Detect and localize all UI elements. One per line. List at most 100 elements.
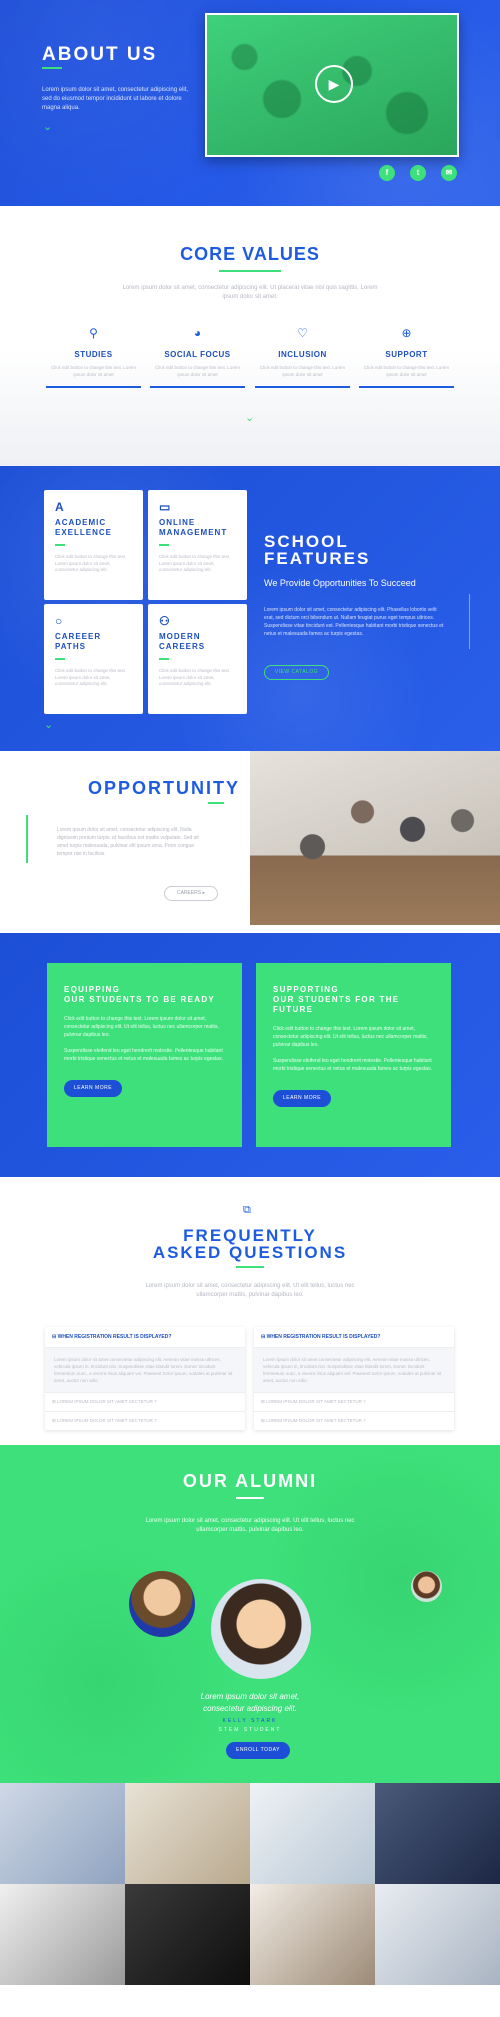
faq-question[interactable]: ⊟ WHEN REGISTRATION RESULT IS DISPLAYED? [254, 1327, 454, 1348]
equipping-card-text-2: Suspendisse eleifend leo eget hendrerit … [64, 1048, 223, 1062]
about-us-text: Lorem ipsum dolor sit amet, consectetur … [42, 87, 189, 111]
school-features-text: Lorem ipsum dolor sit amet, consectetur … [264, 607, 444, 637]
core-value-desc: Click edit button to change this text. L… [154, 365, 241, 377]
alumni-name: KELLY STARK [222, 1718, 278, 1724]
feature-card-desc: Click edit button to change this text. L… [55, 668, 127, 686]
facebook-icon[interactable]: f [379, 165, 395, 181]
feature-card-title: ONLINE MANAGEMENT [159, 518, 228, 537]
core-value-name: SOCIAL FOCUS [164, 350, 231, 359]
faq-question[interactable]: ⊟ WHEN REGISTRATION RESULT IS DISPLAYED? [45, 1327, 245, 1348]
core-value-name: SUPPORT [385, 350, 428, 359]
faq-accordion-right: ⊟ WHEN REGISTRATION RESULT IS DISPLAYED?… [254, 1327, 454, 1430]
core-value-underline [359, 386, 454, 388]
school-features-section: A ACADEMIC EXELLENCE Click edit button to… [0, 466, 500, 751]
core-value-name: STUDIES [74, 350, 113, 359]
accent-line [26, 815, 28, 863]
feature-card-online: ▭ ONLINE MANAGEMENT Click edit button to … [148, 490, 247, 600]
core-value-underline [255, 386, 350, 388]
core-value-underline [46, 386, 141, 388]
careers-button[interactable]: CAREERS ▸ [164, 886, 218, 901]
alumni-avatar-small-left[interactable] [129, 1571, 195, 1637]
feature-card-academic: A ACADEMIC EXELLENCE Click edit button to… [44, 490, 143, 600]
core-value-underline [150, 386, 245, 388]
faq-accordion-left: ⊟ WHEN REGISTRATION RESULT IS DISPLAYED?… [45, 1327, 245, 1430]
academic-icon: A [55, 500, 64, 514]
supporting-card-text-2: Suspendisse eleifend leo eget hendrerit … [273, 1058, 432, 1072]
support-icon: ⊕ [401, 326, 412, 340]
feature-card-underline [159, 544, 169, 546]
learn-more-button[interactable]: LEARN MORE [64, 1080, 122, 1097]
twitter-icon[interactable]: t [410, 165, 426, 181]
gallery-photo-laptop-code[interactable] [375, 1783, 500, 1884]
alumni-section: OUR ALUMNI Lorem ipsum dolor sit amet, c… [0, 1445, 500, 1783]
faq-title: FREQUENTLY ASKED QUESTIONS [152, 1226, 348, 1262]
faq-answer: Lorem ipsum dolor sit amet consectetur a… [45, 1348, 245, 1392]
faq-collapsed-item[interactable]: ⊞ LOREM IPSUM DOLOR SIT AMET SECTETUR ? [45, 1392, 245, 1411]
mail-icon[interactable]: ✉ [441, 165, 457, 181]
alumni-avatar-featured[interactable] [211, 1579, 311, 1679]
faq-icon: ⧉ [243, 1204, 251, 1216]
equipping-card-text-1: Click edit button to change this text. L… [64, 1016, 219, 1038]
alumni-avatar-small-right[interactable] [411, 1571, 442, 1602]
alumni-quote: Lorem ipsum dolor sit amet, consectetur a… [200, 1692, 300, 1713]
opportunity-title: OPPORTUNITY [87, 778, 240, 798]
core-value-desc: Click edit button to change this text. L… [363, 365, 450, 377]
core-value-studies: ⚲ STUDIES Click edit button to change th… [46, 326, 141, 388]
core-value-desc: Click edit button to change this text. L… [259, 365, 346, 377]
faq-collapsed-item[interactable]: ⊞ LOREM IPSUM DOLOR SIT AMET SECTETUR ? [45, 1411, 245, 1430]
view-catalog-button[interactable]: VIEW CATALOG [264, 665, 329, 680]
faq-collapsed-item[interactable]: ⊞ LOREM IPSUM DOLOR SIT AMET SECTETUR ? [254, 1392, 454, 1411]
title-underline [208, 802, 224, 804]
faq-intro: Lorem ipsum dolor sit amet, consectetur … [145, 1283, 355, 1298]
video-thumbnail[interactable]: ▶ [205, 13, 459, 157]
chevron-down-icon[interactable]: ⌄ [44, 718, 53, 731]
faq-answer: Lorem ipsum dolor sit amet consectetur a… [254, 1348, 454, 1392]
feature-card-title: MODERN CAREERS [159, 632, 206, 651]
heart-icon: ♡ [297, 326, 308, 340]
students-laptop-photo [250, 751, 500, 925]
feature-card-desc: Click edit button to change this text. L… [159, 668, 231, 686]
equipping-card: EQUIPPING OUR STUDENTS TO BE READY Click … [47, 963, 242, 1147]
play-icon[interactable]: ▶ [315, 65, 353, 103]
chevron-down-icon[interactable]: ⌄ [245, 411, 254, 424]
gallery-photo-lecture[interactable] [375, 1884, 500, 1985]
feature-card-title: CAREEER PATHS [55, 632, 102, 651]
alumni-role: STEM STUDENT [218, 1727, 282, 1733]
gallery-photo-glasses[interactable] [0, 1884, 125, 1985]
about-us-section: ABOUT US Lorem ipsum dolor sit amet, con… [0, 0, 500, 206]
pin-icon: ⚲ [89, 326, 98, 340]
globe-icon: ◕ [193, 326, 202, 340]
learn-more-button[interactable]: LEARN MORE [273, 1090, 331, 1107]
chevron-down-icon[interactable]: ⌄ [43, 120, 52, 133]
feature-card-title: ACADEMIC EXELLENCE [55, 518, 113, 537]
feature-card-desc: Click edit button to change this text. L… [159, 554, 231, 572]
gallery-photo-desk[interactable] [0, 1783, 125, 1884]
faq-section: ⧉ FREQUENTLY ASKED QUESTIONS Lorem ipsum … [0, 1177, 500, 1445]
faq-collapsed-item[interactable]: ⊞ LOREM IPSUM DOLOR SIT AMET SECTETUR ? [254, 1411, 454, 1430]
feature-card-underline [55, 658, 65, 660]
opportunity-section: OPPORTUNITY Lorem ipsum dolor sit amet, … [0, 751, 500, 933]
gamepad-icon: ⚇ [159, 614, 170, 628]
feature-card-underline [55, 544, 65, 546]
core-value-desc: Click edit button to change this text. L… [50, 365, 137, 377]
alumni-intro: Lorem ipsum dolor sit amet, consectetur … [145, 1518, 355, 1533]
opportunity-text: Lorem ipsum dolor sit amet, consectetur … [57, 827, 199, 857]
core-value-name: INCLUSION [278, 350, 327, 359]
photo-gallery [0, 1783, 500, 1985]
circle-icon: ○ [55, 614, 63, 628]
gallery-photo-camera[interactable] [125, 1884, 250, 1985]
title-underline [236, 1497, 264, 1499]
gallery-photo-lab[interactable] [125, 1783, 250, 1884]
supporting-card-text-1: Click edit button to change this text. L… [273, 1026, 428, 1048]
gallery-photo-classroom[interactable] [250, 1783, 375, 1884]
school-features-subtitle: We Provide Opportunities To Succeed [264, 578, 416, 588]
folder-icon: ▭ [159, 500, 171, 514]
gallery-photo-students-laptop[interactable] [250, 1884, 375, 1985]
title-underline [236, 1266, 264, 1268]
feature-card-career-paths: ○ CAREEER PATHS Click edit button to chan… [44, 604, 143, 714]
core-value-social-focus: ◕ SOCIAL FOCUS Click edit button to chan… [150, 326, 245, 388]
students-ready-section: EQUIPPING OUR STUDENTS TO BE READY Click … [0, 933, 500, 1177]
enroll-today-button[interactable]: ENROLL TODAY [226, 1742, 290, 1759]
core-values-intro: Lorem ipsum dolor sit amet, consectetur … [122, 285, 378, 300]
core-value-inclusion: ♡ INCLUSION Click edit button to change … [255, 326, 350, 388]
